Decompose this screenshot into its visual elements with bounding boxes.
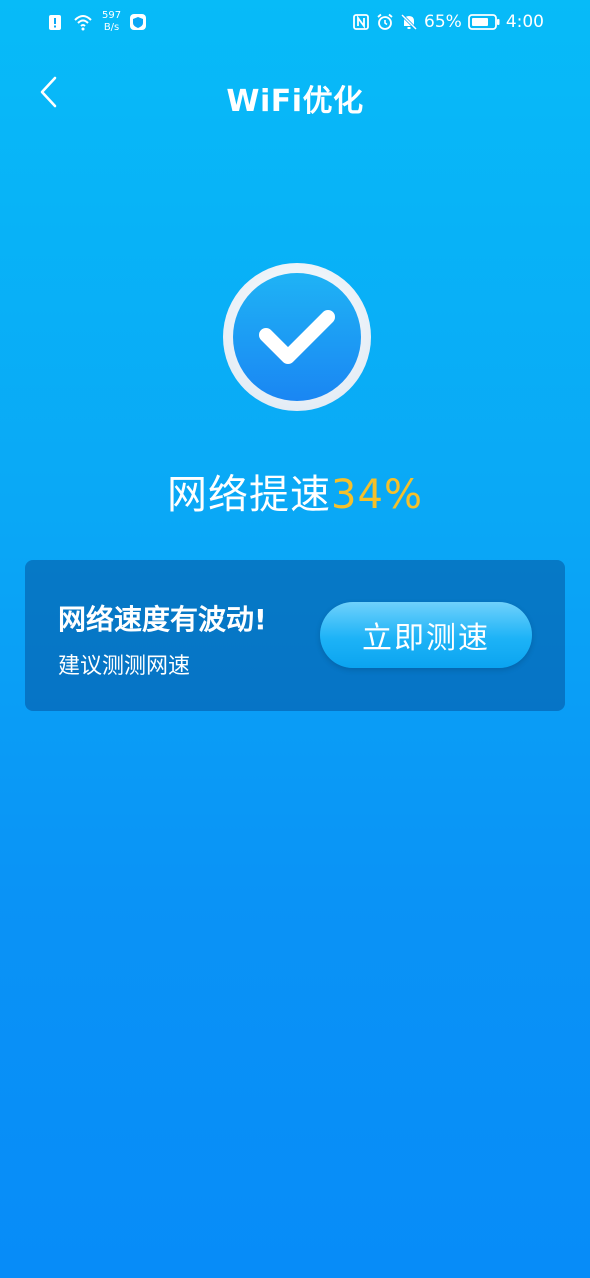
status-bar-left: 597 B/s bbox=[46, 10, 147, 34]
clock: 4:00 bbox=[505, 12, 544, 32]
sim-alert-icon bbox=[49, 15, 61, 30]
network-speed-unit: B/s bbox=[103, 22, 120, 33]
nfc-icon bbox=[353, 14, 369, 30]
speed-test-card: 网络速度有波动! 建议测测网速 立即测速 bbox=[25, 560, 565, 711]
battery-icon bbox=[467, 14, 500, 30]
speed-test-button[interactable]: 立即测速 bbox=[320, 602, 532, 668]
success-check bbox=[222, 262, 372, 412]
battery-percent: 65% bbox=[424, 12, 462, 32]
checkmark-circle-icon bbox=[223, 263, 371, 411]
mute-bell-icon bbox=[400, 13, 418, 31]
network-speed: 597 B/s bbox=[102, 10, 121, 34]
boost-result: 网络提速34% bbox=[0, 462, 590, 520]
shield-icon bbox=[130, 14, 147, 30]
card-subtitle: 建议测测网速 bbox=[58, 654, 191, 679]
page-title: WiFi优化 bbox=[226, 84, 364, 119]
card-title: 网络速度有波动! bbox=[58, 603, 267, 636]
status-bar: 597 B/s 65% 4:00 bbox=[0, 0, 590, 44]
header: WiFi优化 bbox=[0, 62, 590, 122]
network-speed-value: 597 bbox=[102, 10, 122, 21]
boost-percent: 34% bbox=[331, 472, 423, 518]
boost-label: 网络提速 bbox=[167, 472, 332, 518]
alarm-icon bbox=[377, 13, 393, 30]
status-bar-right: 65% 4:00 bbox=[352, 10, 544, 34]
wifi-icon bbox=[74, 15, 92, 31]
